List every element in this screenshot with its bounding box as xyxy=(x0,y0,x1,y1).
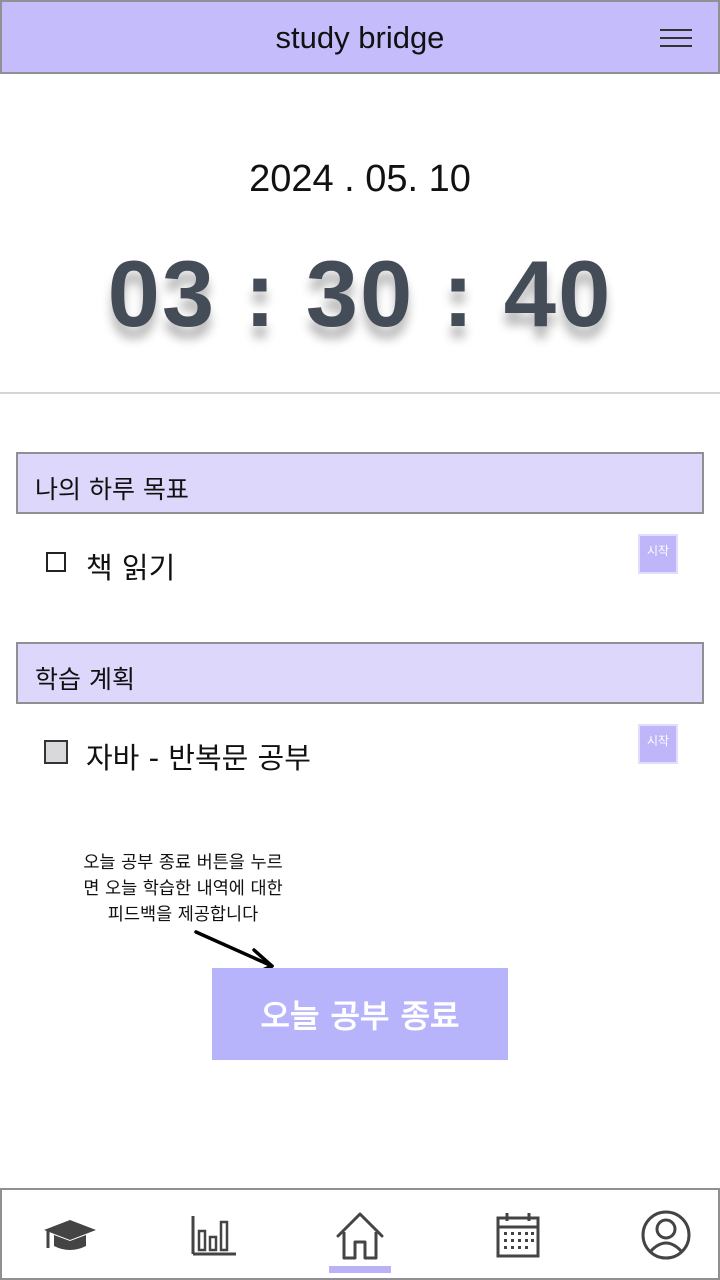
start-button[interactable]: 시작 xyxy=(638,534,678,574)
start-button[interactable]: 시작 xyxy=(638,724,678,764)
bottom-nav xyxy=(0,1188,720,1280)
nav-bar-chart-icon[interactable] xyxy=(184,1208,244,1264)
daily-goal-section-header: 나의 하루 목표 xyxy=(16,452,704,514)
hint-line: 면 오늘 학습한 내역에 대한 xyxy=(83,879,283,899)
divider xyxy=(0,392,720,394)
nav-user-profile-icon[interactable] xyxy=(636,1208,696,1264)
current-date: 2024 . 05. 10 xyxy=(249,158,471,200)
section-title: 나의 하루 목표 xyxy=(35,475,189,504)
task-row: 책 읽기 시작 xyxy=(0,534,720,594)
nav-graduation-cap-icon[interactable] xyxy=(40,1208,100,1264)
task-row: 자바 - 반복문 공부 시작 xyxy=(0,724,720,784)
section-title: 학습 계획 xyxy=(35,665,135,694)
hint-line: 오늘 공부 종료 버튼을 누르 xyxy=(83,853,283,873)
task-label: 책 읽기 xyxy=(86,551,176,585)
app-title: study bridge xyxy=(275,20,445,55)
app-header: study bridge xyxy=(0,0,720,74)
hamburger-menu-icon[interactable] xyxy=(660,26,696,50)
task-checkbox[interactable] xyxy=(46,552,66,572)
nav-home-icon[interactable] xyxy=(329,1208,391,1273)
finish-study-button[interactable]: 오늘 공부 종료 xyxy=(212,968,508,1060)
task-checkbox[interactable] xyxy=(44,740,68,764)
nav-calendar-icon[interactable] xyxy=(488,1208,548,1264)
hint-line: 피드백을 제공합니다 xyxy=(107,905,259,925)
hint-text: 오늘 공부 종료 버튼을 누르 면 오늘 학습한 내역에 대한 피드백을 제공합… xyxy=(58,850,308,928)
task-label: 자바 - 반복문 공부 xyxy=(86,741,311,775)
study-plan-section-header: 학습 계획 xyxy=(16,642,704,704)
study-timer: 03 : 30 : 40 xyxy=(107,241,613,346)
active-tab-indicator xyxy=(329,1266,391,1273)
